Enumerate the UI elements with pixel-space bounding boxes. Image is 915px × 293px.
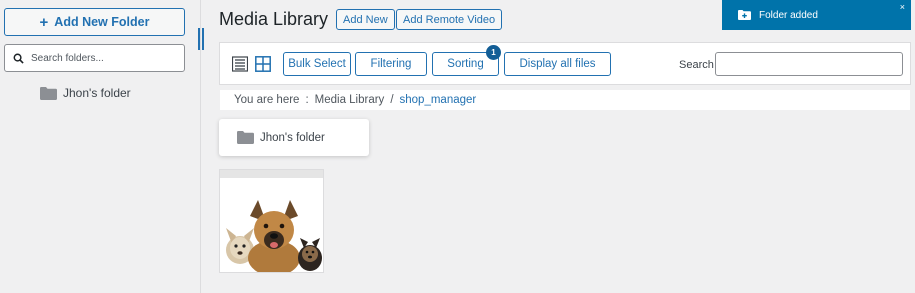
list-view-icon[interactable] xyxy=(232,56,248,72)
breadcrumb-prefix: You are here xyxy=(234,94,300,106)
folder-added-notice: Folder added × xyxy=(722,0,911,30)
add-new-folder-label: Add New Folder xyxy=(54,15,150,29)
breadcrumb-divider: / xyxy=(390,94,394,106)
media-thumbnail[interactable] xyxy=(219,169,324,273)
folder-card-label: Jhon's folder xyxy=(260,131,325,144)
folder-icon xyxy=(40,86,57,100)
add-new-folder-button[interactable]: + Add New Folder xyxy=(4,8,185,36)
search-label: Search xyxy=(679,59,714,71)
folder-card[interactable]: Jhon's folder xyxy=(219,119,369,156)
breadcrumb: You are here : Media Library / shop_mana… xyxy=(219,89,911,111)
folder-plus-icon xyxy=(738,10,751,20)
sidebar-resize-handle[interactable] xyxy=(198,28,204,50)
breadcrumb-separator: : xyxy=(305,94,309,106)
display-all-files-button[interactable]: Display all files xyxy=(504,52,611,76)
media-search-input[interactable] xyxy=(715,52,903,76)
bulk-select-button[interactable]: Bulk Select xyxy=(283,52,351,76)
sorting-count-badge: 1 xyxy=(486,45,501,60)
search-icon xyxy=(13,53,24,64)
search-folders-field[interactable] xyxy=(4,44,185,72)
search-folders-input[interactable] xyxy=(31,52,171,64)
breadcrumb-current[interactable]: shop_manager xyxy=(400,94,477,106)
folder-sidebar: + Add New Folder Jhon's folder xyxy=(0,0,201,293)
dogs-image xyxy=(220,178,323,272)
notice-message: Folder added xyxy=(759,9,818,21)
page-title: Media Library xyxy=(219,9,329,29)
close-icon[interactable]: × xyxy=(900,2,905,12)
plus-icon: + xyxy=(39,13,49,31)
sidebar-folder-label: Jhon's folder xyxy=(63,86,131,100)
sidebar-folder-item[interactable]: Jhon's folder xyxy=(40,86,131,100)
grid-view-icon[interactable] xyxy=(255,56,271,72)
media-toolbar: Bulk Select Filtering Sorting 1 Display … xyxy=(219,42,911,85)
folder-icon xyxy=(237,131,254,144)
filtering-button[interactable]: Filtering xyxy=(355,52,427,76)
add-remote-video-button[interactable]: Add Remote Video xyxy=(396,9,503,30)
add-new-button[interactable]: Add New xyxy=(336,9,395,30)
breadcrumb-root[interactable]: Media Library xyxy=(315,94,385,106)
